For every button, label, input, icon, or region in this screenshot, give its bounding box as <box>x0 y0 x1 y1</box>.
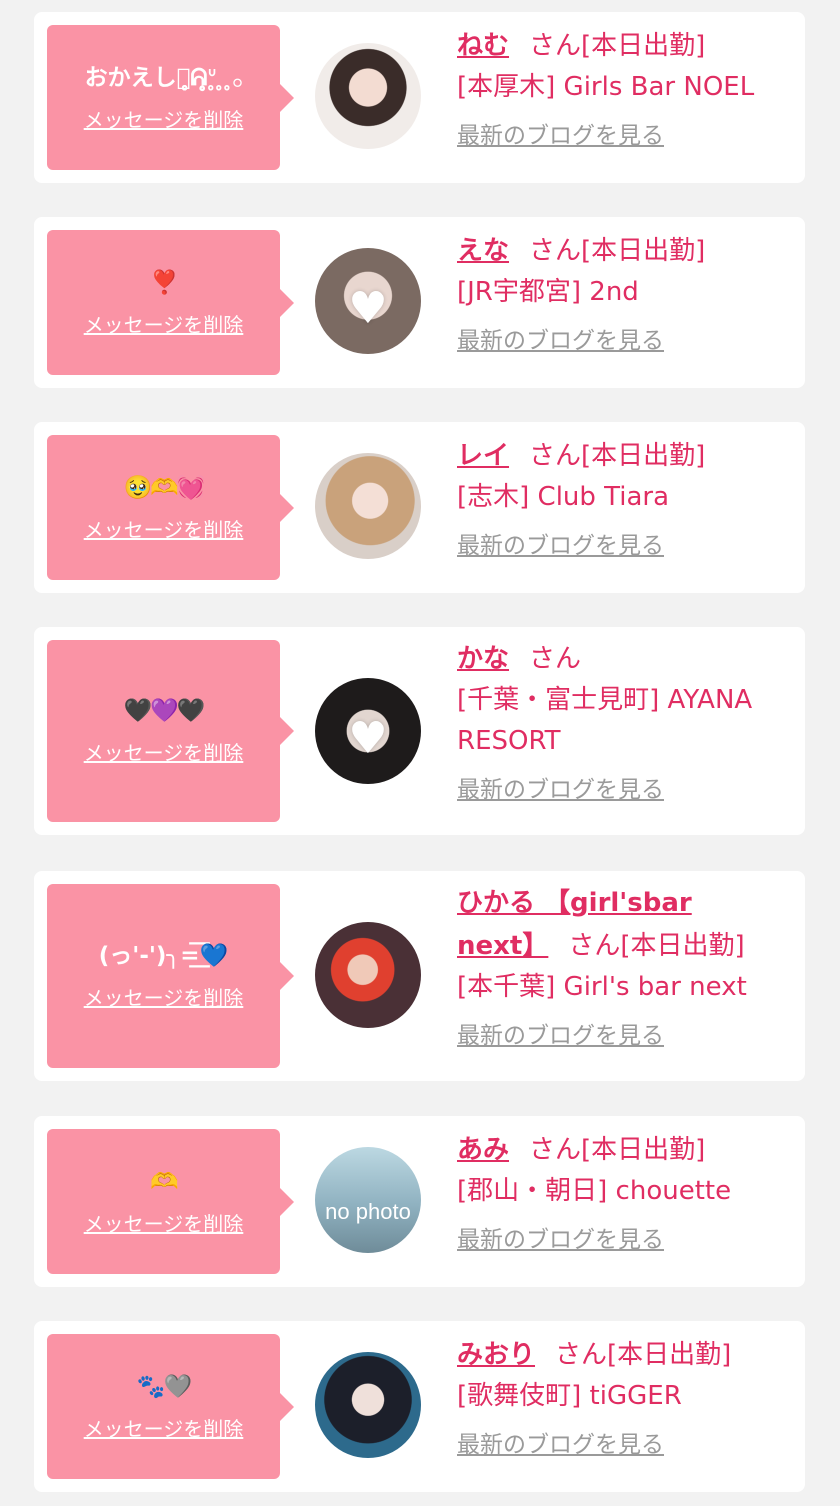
avatar[interactable] <box>315 922 421 1028</box>
message-text: 🖤💜🖤 <box>123 698 206 724</box>
cast-name-link[interactable]: あみ <box>457 1135 509 1165</box>
status-label: [本日出勤] <box>620 931 745 961</box>
cast-name-line: ねむ さん[本日出勤] <box>457 26 792 67</box>
avatar[interactable] <box>315 453 421 559</box>
shop-name: [本千葉] Girl's bar next <box>457 972 747 1002</box>
status-label: [本日出勤] <box>607 1340 732 1370</box>
shop-name: [本厚木] Girls Bar NOEL <box>457 72 755 102</box>
message-text: 🫶 <box>150 1168 179 1195</box>
cast-info: あみ さん[本日出勤] [郡山・朝日] chouette 最新のブログを見る <box>457 1130 792 1255</box>
latest-blog-link[interactable]: 最新のブログを見る <box>457 1430 664 1460</box>
cast-name-link[interactable]: えな <box>457 236 509 266</box>
shop-name: [郡山・朝日] chouette <box>457 1176 732 1206</box>
message-text: (っ'-')╮=͟͟͞͞💙 <box>98 943 229 969</box>
message-text: おかえしっ̥̥̥ᕱ̥ᐡ̥ ̥ ̥𓂂 <box>84 64 243 91</box>
cast-info: ねむ さん[本日出勤] [本厚木] Girls Bar NOEL 最新のブログを見… <box>457 26 792 151</box>
cast-name-link[interactable]: みおり <box>457 1340 535 1370</box>
message-bubble: 🥹🫶💓 メッセージを削除 <box>47 435 294 580</box>
message-bubble: 🖤💜🖤 メッセージを削除 <box>47 640 294 822</box>
san-label: さん <box>529 441 582 471</box>
cast-name-line: next】 さん[本日出勤] <box>457 926 792 967</box>
san-label: さん <box>529 644 582 674</box>
shop-name: [志木] Club Tiara <box>457 482 670 512</box>
message-bubble: 🫶 メッセージを削除 <box>47 1129 294 1274</box>
cast-name-line: あみ さん[本日出勤] <box>457 1130 792 1171</box>
delete-message-link[interactable]: メッセージを削除 <box>84 312 244 338</box>
latest-blog-link[interactable]: 最新のブログを見る <box>457 1021 664 1051</box>
message-card: 🥹🫶💓 メッセージを削除 レイ さん[本日出勤] [志木] Club Tiara … <box>34 422 805 593</box>
san-label: さん <box>555 1340 608 1370</box>
cast-info: かな さん [千葉・富士見町] AYANA RESORT 最新のブログを見る <box>457 639 792 805</box>
cast-name-link[interactable]: next】 <box>457 931 548 961</box>
cast-info: みおり さん[本日出勤] [歌舞伎町] tiGGER 最新のブログを見る <box>457 1335 792 1460</box>
status-label: [本日出勤] <box>581 31 706 61</box>
message-card: (っ'-')╮=͟͟͞͞💙 メッセージを削除 ひかる 【girl'sbar ne… <box>34 871 805 1081</box>
cast-info: えな さん[本日出勤] [JR宇都宮] 2nd 最新のブログを見る <box>457 231 792 356</box>
message-card: 🫶 メッセージを削除 no photo あみ さん[本日出勤] [郡山・朝日] c… <box>34 1116 805 1287</box>
cast-name-link[interactable]: ねむ <box>457 31 509 61</box>
cast-name-link[interactable]: レイ <box>457 441 509 471</box>
status-label: [本日出勤] <box>581 236 706 266</box>
cast-name-line: えな さん[本日出勤] <box>457 231 792 272</box>
no-photo-label: no photo <box>325 1199 411 1224</box>
latest-blog-link[interactable]: 最新のブログを見る <box>457 121 664 151</box>
cast-name-link[interactable]: かな <box>457 644 509 674</box>
latest-blog-link[interactable]: 最新のブログを見る <box>457 775 664 805</box>
message-bubble: (っ'-')╮=͟͟͞͞💙 メッセージを削除 <box>47 884 294 1068</box>
cast-name-line: みおり さん[本日出勤] <box>457 1335 792 1376</box>
delete-message-link[interactable]: メッセージを削除 <box>84 1416 244 1442</box>
avatar[interactable] <box>315 43 421 149</box>
avatar[interactable]: ♥ <box>315 678 421 784</box>
avatar[interactable]: no photo <box>315 1147 421 1253</box>
shop-name: [歌舞伎町] tiGGER <box>457 1381 682 1411</box>
shop-name: [JR宇都宮] 2nd <box>457 277 639 307</box>
delete-message-link[interactable]: メッセージを削除 <box>84 107 244 133</box>
message-bubble: 🐾🩶 メッセージを削除 <box>47 1334 294 1479</box>
delete-message-link[interactable]: メッセージを削除 <box>84 1211 244 1237</box>
delete-message-link[interactable]: メッセージを削除 <box>84 517 244 543</box>
avatar[interactable] <box>315 1352 421 1458</box>
message-card: 🖤💜🖤 メッセージを削除 ♥ かな さん [千葉・富士見町] AYANA RESO… <box>34 627 805 835</box>
san-label: さん <box>529 1135 582 1165</box>
san-label: さん <box>529 31 582 61</box>
delete-message-link[interactable]: メッセージを削除 <box>84 740 244 766</box>
message-card: おかえしっ̥̥̥ᕱ̥ᐡ̥ ̥ ̥𓂂 メッセージを削除 ねむ さん[本日出勤] [本… <box>34 12 805 183</box>
delete-message-link[interactable]: メッセージを削除 <box>84 985 244 1011</box>
message-text: 🐾🩶 <box>136 1373 192 1400</box>
cast-name-link[interactable]: ひかる 【girl'sbar <box>457 888 692 918</box>
cast-info: ひかる 【girl'sbar next】 さん[本日出勤] [本千葉] Girl'… <box>457 883 792 1051</box>
latest-blog-link[interactable]: 最新のブログを見る <box>457 1225 664 1255</box>
san-label: さん <box>529 236 582 266</box>
latest-blog-link[interactable]: 最新のブログを見る <box>457 531 664 561</box>
heart-icon: ♥ <box>348 283 388 335</box>
message-text: ❣️ <box>150 269 179 296</box>
message-bubble: ❣️ メッセージを削除 <box>47 230 294 375</box>
cast-name-line: ひかる 【girl'sbar <box>457 883 792 924</box>
san-label: さん <box>568 931 621 961</box>
shop-name: [千葉・富士見町] AYANA RESORT <box>457 685 753 756</box>
status-label: [本日出勤] <box>581 441 706 471</box>
message-bubble: おかえしっ̥̥̥ᕱ̥ᐡ̥ ̥ ̥𓂂 メッセージを削除 <box>47 25 294 170</box>
cast-info: レイ さん[本日出勤] [志木] Club Tiara 最新のブログを見る <box>457 436 792 561</box>
cast-name-line: レイ さん[本日出勤] <box>457 436 792 477</box>
cast-name-line: かな さん <box>457 639 792 680</box>
avatar[interactable]: ♥ <box>315 248 421 354</box>
latest-blog-link[interactable]: 最新のブログを見る <box>457 326 664 356</box>
status-label: [本日出勤] <box>581 1135 706 1165</box>
message-card: 🐾🩶 メッセージを削除 みおり さん[本日出勤] [歌舞伎町] tiGGER 最新… <box>34 1321 805 1492</box>
message-card: ❣️ メッセージを削除 ♥ えな さん[本日出勤] [JR宇都宮] 2nd 最新の… <box>34 217 805 388</box>
heart-icon: ♥ <box>348 713 388 765</box>
message-text: 🥹🫶💓 <box>123 474 206 501</box>
